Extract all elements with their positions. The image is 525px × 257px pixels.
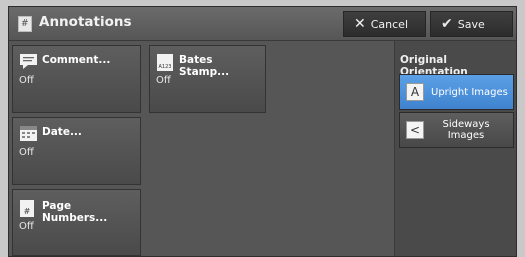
sideways-images-label: Sideways Images: [442, 119, 490, 141]
page-numbers-status: Off: [19, 221, 34, 232]
date-button[interactable]: Date... Off: [12, 117, 141, 185]
checkmark-icon: ✔: [441, 16, 453, 32]
title-bar: # Annotations ✕ Cancel ✔ Save: [9, 7, 516, 41]
comment-icon: [20, 54, 37, 69]
bates-icon-text: A123: [159, 64, 172, 70]
date-status: Off: [19, 147, 34, 158]
page-numbers-label: Page Numbers...: [42, 200, 108, 224]
page-title: Annotations: [39, 14, 132, 30]
bates-stamp-icon: A123: [157, 54, 173, 71]
upright-images-option[interactable]: A Upright Images: [399, 74, 514, 110]
annotations-icon: #: [18, 16, 32, 32]
sideways-images-option[interactable]: < Sideways Images: [399, 112, 514, 148]
bates-stamp-button[interactable]: A123 Bates Stamp... Off: [149, 45, 266, 113]
upright-images-label: Upright Images: [431, 86, 508, 98]
date-label: Date...: [42, 126, 82, 138]
main-content: Comment... Off A123 Bates Stamp... Off D…: [9, 41, 516, 256]
page-number-icon: #: [20, 200, 34, 217]
save-button[interactable]: ✔ Save: [430, 11, 513, 37]
page-numbers-button[interactable]: # Page Numbers... Off: [12, 189, 141, 256]
comment-label: Comment...: [42, 54, 111, 66]
annotations-window: # Annotations ✕ Cancel ✔ Save Comment...…: [8, 6, 517, 257]
cancel-button[interactable]: ✕ Cancel: [343, 11, 426, 37]
close-icon: ✕: [354, 16, 366, 32]
upright-icon: A: [406, 83, 424, 101]
bates-stamp-label: Bates Stamp...: [179, 54, 230, 78]
sideways-icon: <: [406, 121, 424, 139]
calendar-icon: [20, 126, 37, 141]
page-number-icon-text: #: [24, 207, 31, 216]
comment-button[interactable]: Comment... Off: [12, 45, 141, 113]
cancel-label: Cancel: [370, 17, 408, 31]
orientation-panel: Original Orientation A Upright Images < …: [394, 41, 516, 256]
save-label: Save: [457, 17, 485, 31]
comment-status: Off: [19, 75, 34, 86]
bates-stamp-status: Off: [156, 75, 171, 86]
